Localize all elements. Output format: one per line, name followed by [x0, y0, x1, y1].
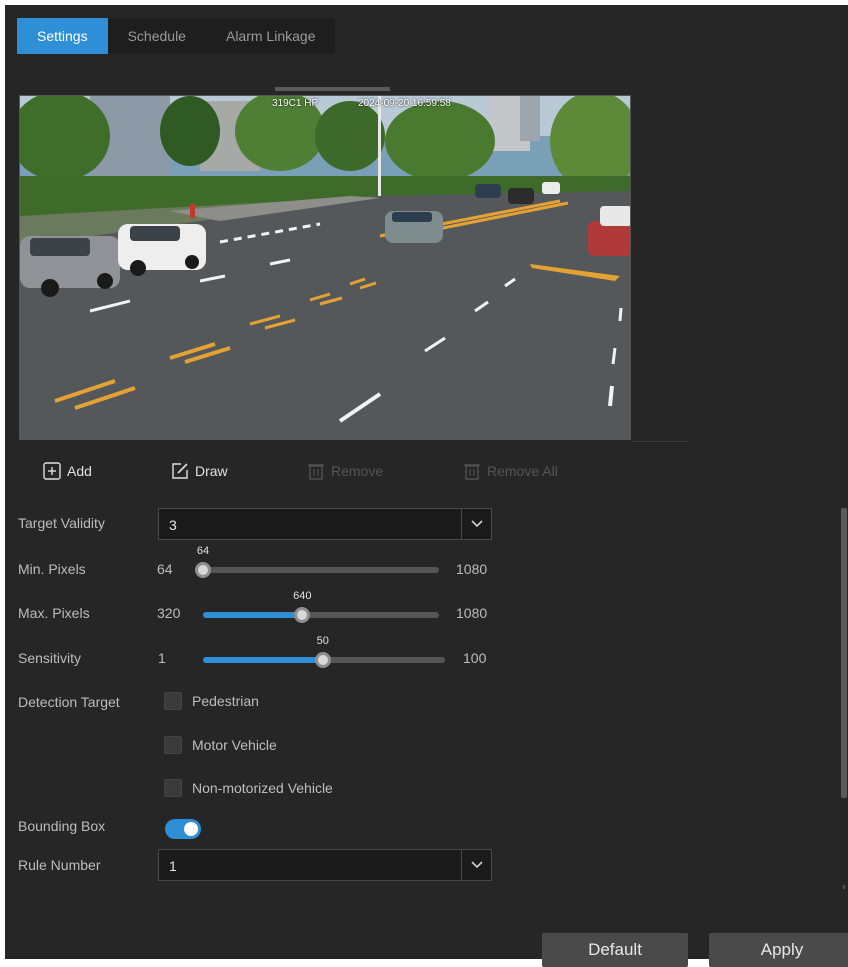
sensitivity-max: 100 [463, 650, 487, 666]
sensitivity-slider[interactable]: 50 [203, 635, 445, 668]
sensitivity-value: 50 [316, 635, 329, 647]
remove-all-button[interactable]: Remove All [463, 458, 558, 484]
checkbox-box[interactable] [164, 692, 182, 710]
checkbox-box[interactable] [164, 779, 182, 797]
trash-icon [307, 462, 325, 480]
max-pixels-min: 320 [157, 605, 181, 621]
remove-all-label: Remove All [487, 463, 558, 479]
sensitivity-handle[interactable] [314, 652, 331, 668]
bounding-box-toggle[interactable] [165, 819, 201, 839]
rule-number-select[interactable]: 1 [158, 849, 492, 881]
toggle-knob [184, 822, 198, 836]
tab-bar: Settings Schedule Alarm Linkage [17, 18, 336, 54]
default-button[interactable]: Default [542, 933, 688, 967]
detection-target-label: Detection Target [18, 694, 120, 710]
divider [631, 441, 688, 442]
rule-number-value: 1 [169, 858, 177, 874]
target-validity-value: 3 [169, 517, 177, 533]
max-pixels-fill [203, 612, 303, 618]
apply-button[interactable]: Apply [709, 933, 848, 967]
remove-label: Remove [331, 463, 384, 479]
draw-label: Draw [195, 463, 228, 479]
max-pixels-max: 1080 [456, 605, 488, 621]
scrollbar-track-end [843, 885, 845, 889]
street-scene-image [20, 96, 630, 439]
max-pixels-slider[interactable]: 640 [203, 590, 439, 623]
chevron-down-icon [461, 509, 491, 539]
settings-panel: Settings Schedule Alarm Linkage 319C1 HP… [5, 5, 848, 967]
pedestrian-checkbox[interactable]: Pedestrian [164, 692, 259, 710]
sensitivity-fill [203, 657, 323, 663]
max-pixels-label: Max. Pixels [18, 605, 90, 621]
tab-settings[interactable]: Settings [17, 18, 108, 54]
pedestrian-label: Pedestrian [192, 693, 259, 709]
rule-number-label: Rule Number [18, 857, 101, 873]
min-pixels-value: 64 [196, 545, 210, 557]
checkbox-box[interactable] [164, 736, 182, 754]
bounding-box-label: Bounding Box [18, 818, 106, 834]
motor-vehicle-label: Motor Vehicle [192, 737, 277, 753]
max-pixels-value: 640 [293, 590, 312, 602]
draw-button[interactable]: Draw [171, 458, 228, 484]
target-validity-select[interactable]: 3 [158, 508, 492, 540]
edit-icon [171, 462, 189, 480]
non-motorized-vehicle-checkbox[interactable]: Non-motorized Vehicle [164, 779, 333, 797]
min-pixels-max: 1080 [456, 561, 488, 577]
motor-vehicle-checkbox[interactable]: Motor Vehicle [164, 736, 277, 754]
tab-schedule[interactable]: Schedule [108, 18, 206, 54]
osd-channel-name: 319C1 HP [272, 98, 319, 109]
osd-timestamp: 2024-09-20 16:59:58 [358, 98, 451, 109]
tab-alarm-linkage[interactable]: Alarm Linkage [206, 18, 336, 54]
live-video-preview[interactable]: 319C1 HP 2024-09-20 16:59:58 [19, 95, 631, 440]
min-pixels-slider[interactable]: 64 [195, 545, 439, 578]
sensitivity-min: 1 [158, 650, 166, 666]
sensitivity-label: Sensitivity [18, 650, 82, 666]
scrollbar-thumb[interactable] [841, 508, 847, 798]
trash-icon [463, 462, 481, 480]
min-pixels-min: 64 [157, 561, 173, 577]
add-button[interactable]: Add [43, 458, 92, 484]
video-drag-handle[interactable] [275, 87, 390, 91]
non-motorized-vehicle-label: Non-motorized Vehicle [192, 780, 333, 796]
min-pixels-handle[interactable] [195, 562, 211, 578]
min-pixels-label: Min. Pixels [18, 561, 86, 577]
add-label: Add [67, 463, 92, 479]
max-pixels-handle[interactable] [294, 607, 311, 623]
add-icon [43, 462, 61, 480]
remove-button[interactable]: Remove [307, 458, 383, 484]
target-validity-label: Target Validity [18, 515, 105, 531]
chevron-down-icon [461, 850, 491, 880]
